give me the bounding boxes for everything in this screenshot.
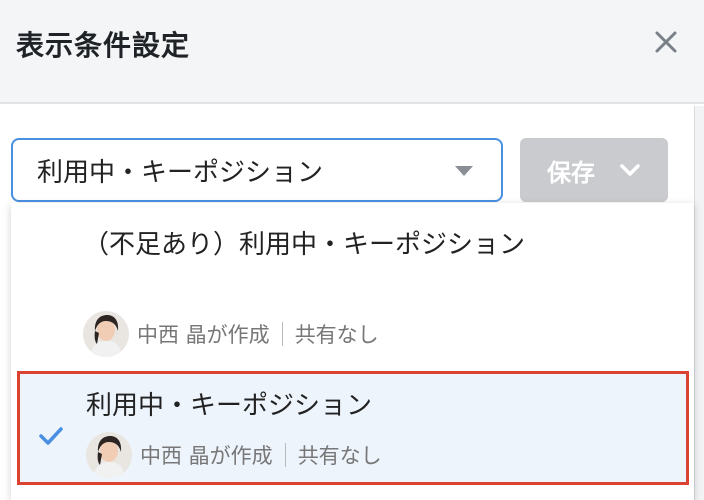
sharing-text: 共有なし <box>297 444 382 468</box>
dropdown-option-selected[interactable]: 利用中・キーポジション 中西 晶が作成 共有なし <box>17 371 689 485</box>
option-meta: 中西 晶が作成 共有なし <box>83 311 379 357</box>
select-value: 利用中・キーポジション <box>37 157 324 188</box>
creator-text: 中西 晶が作成 <box>140 444 273 468</box>
scrollbar-track <box>694 106 704 500</box>
option-title: （不足あり）利用中・キーポジション <box>83 230 526 260</box>
meta-divider <box>281 322 283 346</box>
avatar <box>86 432 132 478</box>
sharing-text: 共有なし <box>294 323 379 347</box>
save-button-label: 保存 <box>547 158 595 187</box>
page-title: 表示条件設定 <box>16 29 191 62</box>
condition-select[interactable]: 利用中・キーポジション <box>11 138 503 202</box>
save-button[interactable]: 保存 <box>520 138 668 202</box>
chevron-down-icon <box>619 163 641 177</box>
condition-dropdown: （不足あり）利用中・キーポジション 中西 晶が作成 共有なし 利用中・キーポジシ… <box>11 203 694 500</box>
avatar <box>83 311 129 357</box>
close-icon <box>655 31 677 53</box>
check-icon <box>39 427 63 445</box>
creator-text: 中西 晶が作成 <box>137 323 270 347</box>
dialog-header: 表示条件設定 <box>0 0 704 104</box>
caret-down-icon <box>455 166 473 176</box>
meta-divider <box>284 443 286 467</box>
option-title: 利用中・キーポジション <box>86 391 373 421</box>
option-meta: 中西 晶が作成 共有なし <box>86 432 382 478</box>
close-button[interactable] <box>646 22 686 62</box>
dropdown-option[interactable]: （不足あり）利用中・キーポジション 中西 晶が作成 共有なし <box>11 203 694 369</box>
